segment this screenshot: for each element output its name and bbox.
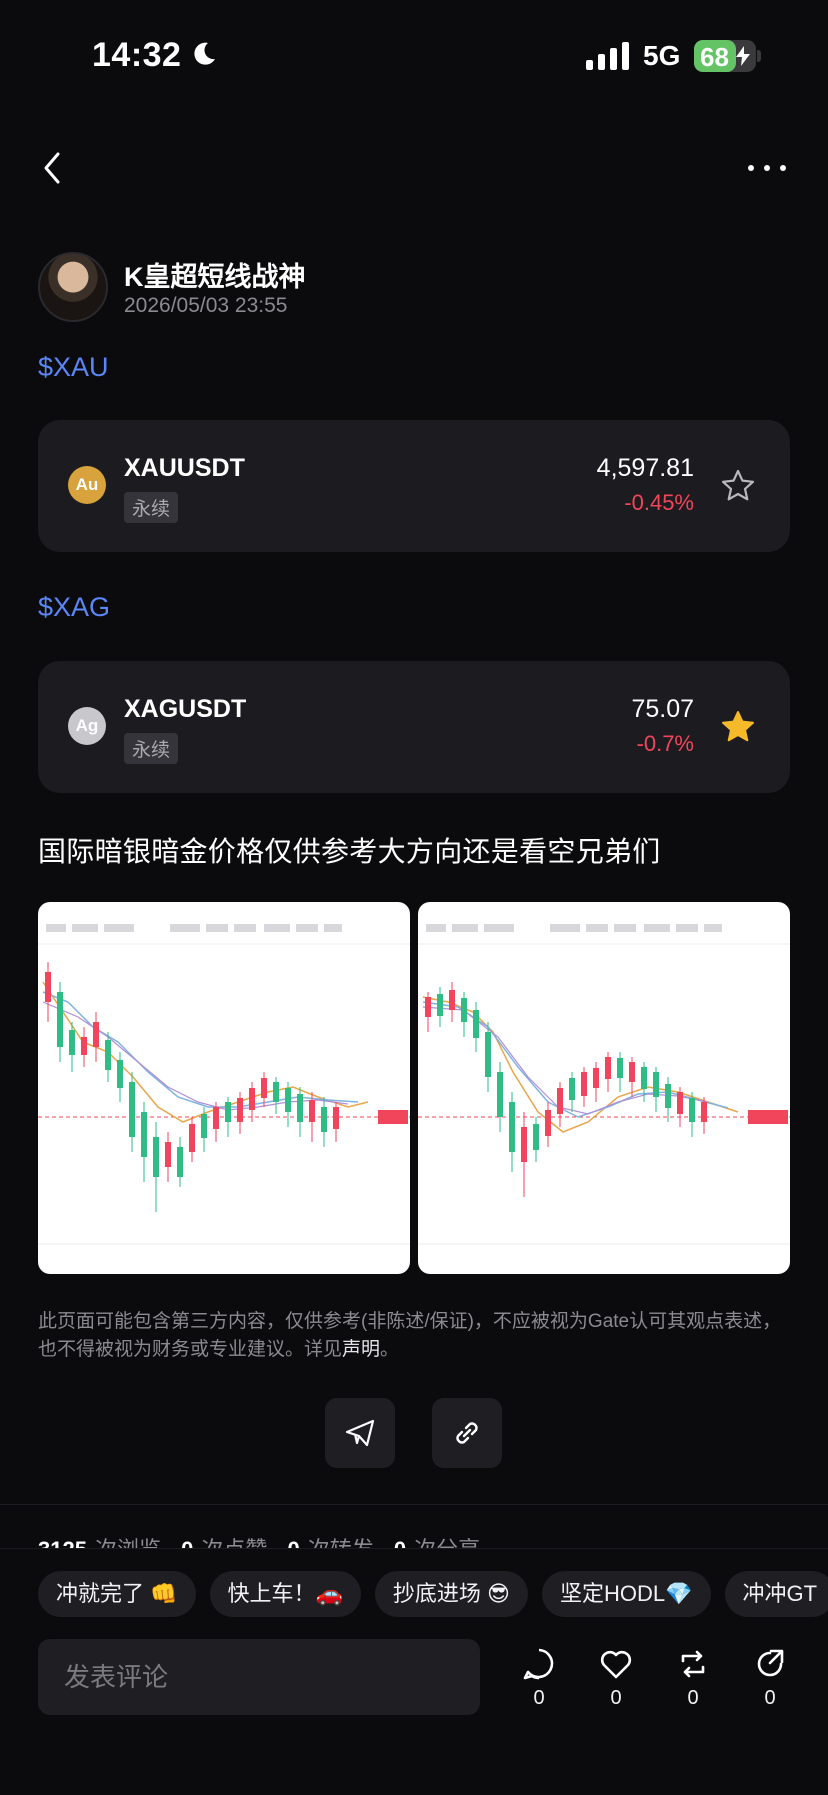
quick-reply-chip[interactable]: 快上车！🚗 [209,1571,361,1617]
asset-type-badge: 永续 [124,733,179,764]
battery-level: 68 [700,42,729,72]
like-button[interactable]: 0 [591,1647,641,1727]
asset-price: 75.07 [631,695,694,723]
more-icon[interactable] [746,158,788,178]
repost-icon [681,1650,705,1678]
asset-symbol: XAUUSDT [124,454,245,482]
status-bar: 14:32 5G 68 [0,0,828,110]
back-icon[interactable] [36,148,68,188]
asset-change: -0.45% [624,490,694,515]
send-icon [345,1419,375,1447]
repost-count: 0 [687,1687,699,1709]
heart-icon [600,1650,632,1679]
chart-image-silver[interactable] [38,902,410,1274]
network-label: 5G [643,40,681,71]
asset-symbol: XAGUSDT [124,695,247,723]
signal-icon [586,42,629,70]
asset-card-xauusdt[interactable]: Au XAUUSDT 永续 4,597.81 -0.45% [38,420,790,552]
divider [0,1504,828,1505]
share-count: 0 [764,1687,776,1709]
candlestick-chart-image [38,924,410,1245]
disclaimer-link[interactable]: 声明 [342,1339,380,1360]
quick-reply-chip[interactable]: 抄底进场 😎 [374,1571,528,1617]
asset-card-xagusdt[interactable]: Ag XAGUSDT 永续 75.07 -0.7% [38,661,790,793]
ticker-tag-xau[interactable]: $XAU [38,352,109,383]
asset-change: -0.7% [636,731,694,756]
ticker-tag-xag[interactable]: $XAG [38,592,110,623]
like-count: 0 [610,1687,622,1709]
comment-input[interactable] [38,1639,480,1715]
moon-icon [194,42,215,65]
author-name[interactable]: K皇超短线战神 [124,255,306,294]
quick-reply-chip[interactable]: 坚定HODL💎 [541,1571,711,1617]
share-telegram-button[interactable] [325,1398,395,1468]
chart-image-gold[interactable] [418,902,790,1274]
comment-count: 0 [533,1687,545,1709]
author-avatar[interactable] [38,252,108,322]
comment-panel: 冲就完了 👊 快上车！🚗 抄底进场 😎 坚定HODL💎 冲冲GT 0 0 0 0 [0,1548,828,1795]
status-time: 14:32 [92,36,182,74]
repost-button[interactable]: 0 [668,1647,718,1727]
silver-coin-icon: Ag [68,707,106,745]
disclaimer-text: 此页面可能包含第三方内容，仅供参考(非陈述/保证)，不应被视为Gate认可其观点… [38,1311,782,1360]
copy-link-button[interactable] [432,1398,502,1468]
quick-reply-chip[interactable]: 冲冲GT [724,1571,828,1617]
share-button[interactable]: 0 [745,1647,795,1727]
comment-icon [523,1648,554,1680]
gold-coin-icon: Au [68,466,106,504]
post-text: 国际暗银暗金价格仅供参考大方向还是看空兄弟们 [38,836,661,867]
post-time: 2026/05/03 23:55 [124,294,288,317]
battery-icon: 68 [694,40,756,72]
comment-button[interactable]: 0 [514,1647,564,1727]
star-outline-icon[interactable] [720,468,756,504]
link-icon [456,1422,478,1444]
asset-type-badge: 永续 [124,492,179,523]
quick-reply-chip[interactable]: 冲就完了 👊 [38,1571,196,1617]
quick-reply-list: 冲就完了 👊 快上车！🚗 抄底进场 😎 坚定HODL💎 冲冲GT [38,1571,828,1619]
star-filled-icon[interactable] [720,709,756,745]
asset-price: 4,597.81 [596,454,694,482]
share-icon [757,1649,784,1677]
candlestick-chart-image [418,924,790,1245]
post-stats: 3125次浏览 0次点赞 0次转发 0次分享 [38,1532,494,1548]
